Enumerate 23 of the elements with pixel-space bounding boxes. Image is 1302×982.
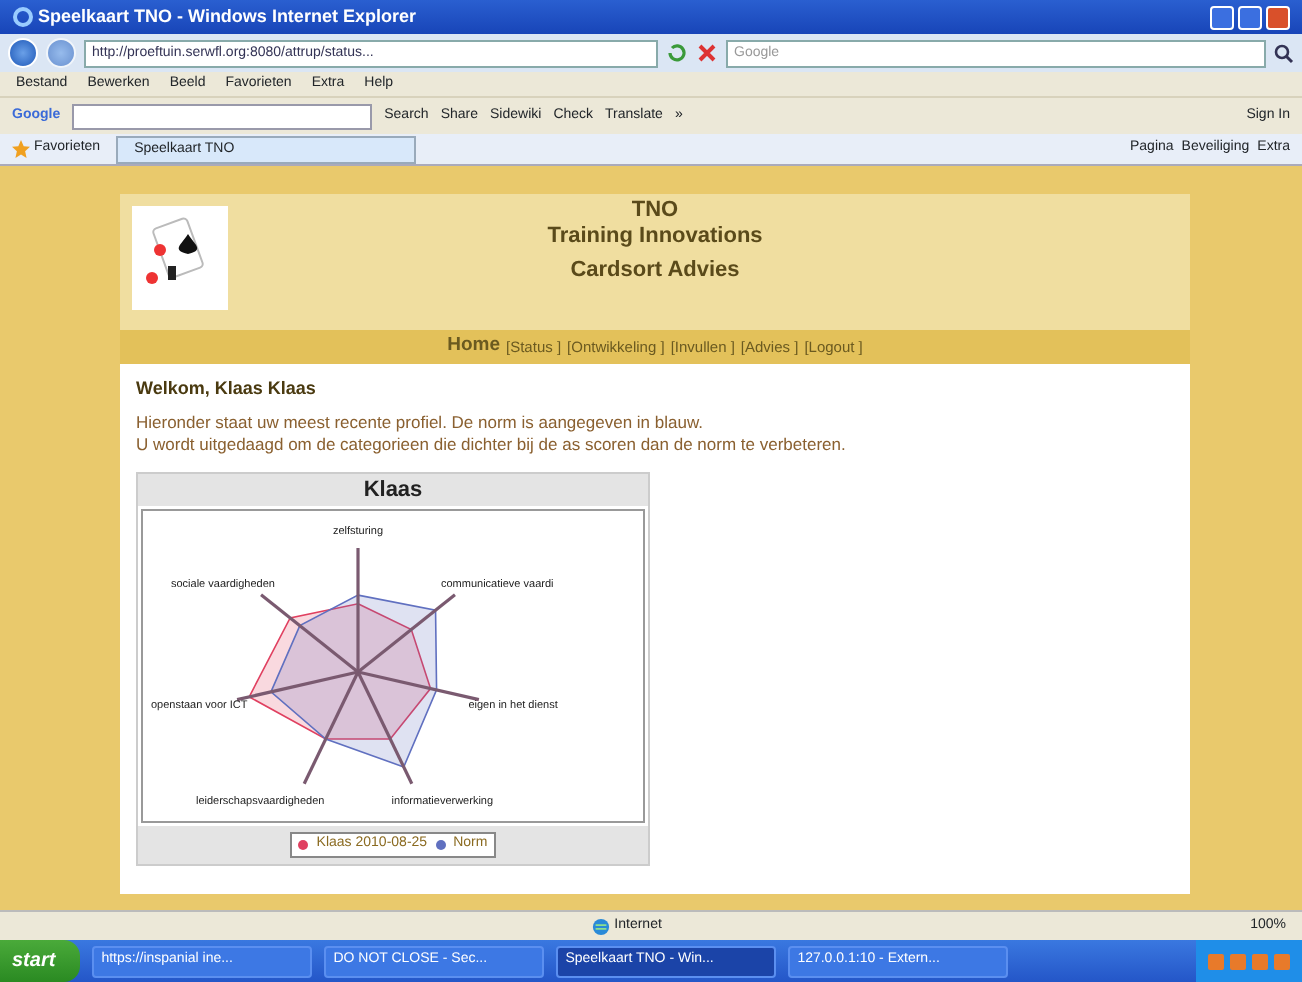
- intro-text: Hieronder staat uw meest recente profiel. De norm is aangegeven in blauw.: [136, 411, 705, 433]
- globe-icon: [592, 917, 611, 935]
- chart-title: Klaas: [361, 475, 425, 505]
- organization-name: TNO: [629, 198, 681, 224]
- search-icon[interactable]: [1274, 43, 1294, 63]
- star-icon: [12, 140, 30, 158]
- refresh-icon[interactable]: [666, 42, 688, 64]
- organization-subtitle: Training Innovations: [545, 224, 765, 250]
- close-button[interactable]: [1266, 5, 1290, 29]
- window-title: Speelkaart TNO - Windows Internet Explorer: [38, 3, 416, 30]
- intro-text: U wordt uitgedaagd om de categorieen die dichter bij de as scoren dan de norm te verbeteren.: [136, 433, 848, 455]
- nav-link[interactable]: Home: [447, 332, 501, 362]
- minimize-button[interactable]: [1210, 5, 1234, 29]
- toolbar-search-field[interactable]: [72, 103, 373, 129]
- application-title: Cardsort Advies: [568, 258, 742, 284]
- browser-icon: [12, 6, 34, 28]
- welcome-heading: Welkom, Klaas Klaas: [136, 376, 318, 402]
- stop-icon[interactable]: [696, 42, 718, 64]
- forward-button[interactable]: [46, 38, 76, 68]
- playing-cards-logo: [132, 206, 228, 310]
- back-button[interactable]: [8, 38, 38, 68]
- maximize-button[interactable]: [1238, 5, 1262, 29]
- start-button[interactable]: start: [0, 940, 80, 982]
